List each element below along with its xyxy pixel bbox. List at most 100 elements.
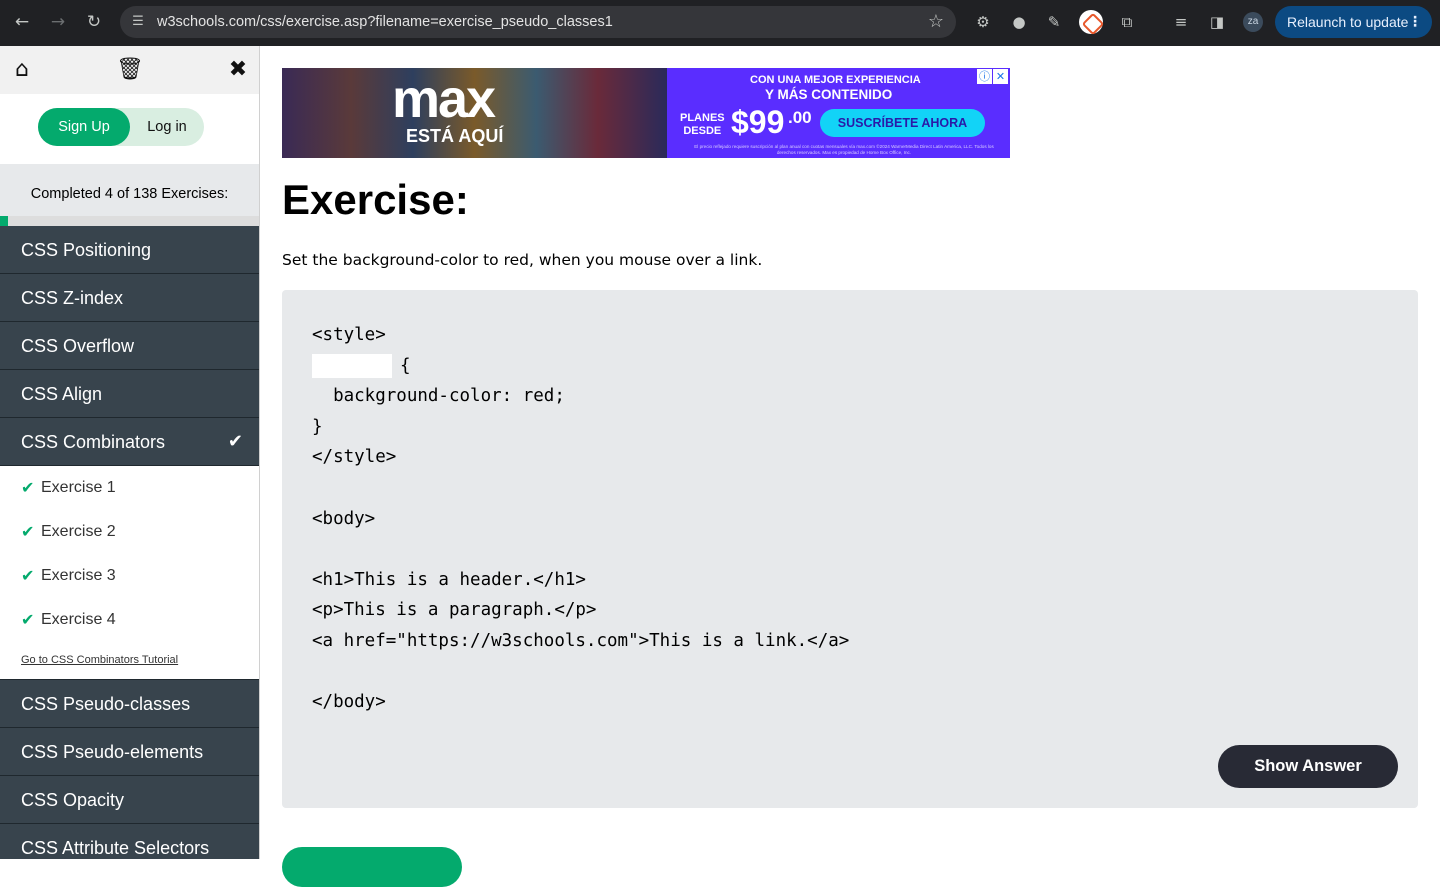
url-text[interactable]: w3schools.com/css/exercise.asp?filename=… <box>157 14 613 30</box>
menu-item-css-align[interactable]: CSS Align <box>0 370 259 418</box>
code-block: <style> { background-color: red;} </style>… <box>312 320 849 718</box>
exercise-label: Exercise 2 <box>41 523 116 540</box>
code-line: </body> <box>312 687 849 718</box>
ad-info-icon[interactable]: ⓘ <box>977 69 992 84</box>
code-editor: <style> { background-color: red;} </style>… <box>282 290 1418 808</box>
exercise-label: Exercise 4 <box>41 611 116 628</box>
forward-arrow-icon[interactable]: → <box>48 12 68 32</box>
ad-planes-label: PLANES <box>680 112 725 124</box>
exercise-link[interactable]: ✔ Exercise 1 <box>0 466 259 510</box>
auth-toggle: Sign Up Log in <box>38 108 204 146</box>
progress-track <box>0 216 259 226</box>
exercise-label: Exercise 1 <box>41 479 116 496</box>
code-line: <style> <box>312 320 849 351</box>
menu-item-css-opacity[interactable]: CSS Opacity <box>0 776 259 824</box>
relaunch-label: Relaunch to update <box>1287 14 1409 30</box>
login-button[interactable]: Log in <box>130 108 204 146</box>
code-line: <h1>This is a header.</h1> <box>312 565 849 596</box>
menu-item-css-pseudo-classes[interactable]: CSS Pseudo-classes <box>0 680 259 728</box>
dot-extension-icon[interactable]: ● <box>1009 12 1029 32</box>
menu-item-label: CSS Z-index <box>21 288 124 308</box>
ad-fine-print: El precio reflejado requiere suscripción… <box>694 144 994 155</box>
advertisement-banner[interactable]: max ESTÁ AQUÍ CON UNA MEJOR EXPERIENCIA … <box>282 68 1010 158</box>
exercise-menu: CSS Positioning CSS Z-index CSS Overflow CS… <box>0 226 259 859</box>
code-text: </body> <box>312 692 386 713</box>
menu-item-css-combinators[interactable]: CSS Combinators ✔ <box>0 418 259 466</box>
progress-text: Completed 4 of 138 Exercises: <box>30 186 229 202</box>
code-line: } <box>312 412 849 443</box>
site-settings-icon[interactable]: ☰ <box>128 12 148 32</box>
check-icon: ✔ <box>21 566 35 585</box>
code-text: { <box>400 355 411 376</box>
code-text: <body> <box>312 508 376 529</box>
exercise-link[interactable]: ✔ Exercise 2 <box>0 510 259 554</box>
menu-item-css-positioning[interactable]: CSS Positioning <box>0 226 259 274</box>
code-text: <a href="https://w3schools.com">This is … <box>312 630 850 651</box>
exercise-description: Set the background-color to red, when yo… <box>282 251 763 269</box>
ad-price: $99 <box>731 104 785 140</box>
menu-item-css-overflow[interactable]: CSS Overflow <box>0 322 259 370</box>
exercise-sidebar: ⌂ 🗑 ✖ Sign Up Log in Completed 4 of 138 … <box>0 46 260 859</box>
bookmark-star-icon[interactable]: ☆ <box>928 11 944 32</box>
selector-answer-input[interactable] <box>312 353 392 378</box>
tutorial-link[interactable]: Go to CSS Combinators Tutorial <box>21 654 178 666</box>
exercise-link[interactable]: ✔ Exercise 4 <box>0 598 259 642</box>
progress-bar <box>0 216 8 226</box>
ad-close-icon[interactable]: ✕ <box>993 69 1008 84</box>
ad-line-2: Y MÁS CONTENIDO <box>765 87 893 102</box>
submenu-exercises: ✔ Exercise 1 ✔ Exercise 2 ✔ Exercise 3 ✔ Exerci… <box>0 466 259 680</box>
signup-button[interactable]: Sign Up <box>38 108 130 146</box>
more-vert-icon[interactable]: ⋮ <box>1408 6 1422 38</box>
side-panel-icon[interactable]: ◨ <box>1207 12 1227 32</box>
menu-item-css-pseudo-elements[interactable]: CSS Pseudo-elements <box>0 728 259 776</box>
ad-tagline: ESTÁ AQUÍ <box>406 126 504 146</box>
code-line: </style> <box>312 442 849 473</box>
code-text: <h1>This is a header.</h1> <box>312 569 586 590</box>
progress-panel: Completed 4 of 138 Exercises: <box>0 164 259 226</box>
media-control-icon[interactable]: ≡ <box>1171 12 1191 32</box>
gear-extension-icon[interactable]: ⚙ <box>973 12 993 32</box>
main-content: max ESTÁ AQUÍ CON UNA MEJOR EXPERIENCIA … <box>282 46 1418 887</box>
ad-desde-label: DESDE <box>683 125 722 137</box>
exercise-title: Exercise: <box>282 176 469 223</box>
menu-item-label: CSS Combinators <box>21 432 166 452</box>
check-icon: ✔ <box>21 610 35 629</box>
menu-item-label: CSS Positioning <box>21 240 152 260</box>
sidebar-toolbar: ⌂ 🗑 ✖ <box>0 46 259 94</box>
code-text: <style> <box>312 325 386 345</box>
code-line: background-color: red; <box>312 381 849 412</box>
trash-icon[interactable]: 🗑 <box>116 57 144 83</box>
code-line: { <box>312 351 849 382</box>
home-icon[interactable]: ⌂ <box>9 57 35 83</box>
address-bar[interactable]: ☰ w3schools.com/css/exercise.asp?filenam… <box>120 6 956 38</box>
menu-item-css-z-index[interactable]: CSS Z-index <box>0 274 259 322</box>
pen-extension-icon[interactable]: ✎ <box>1044 12 1064 32</box>
code-text: </style> <box>312 447 397 468</box>
code-text: <p>This is a paragraph.</p> <box>312 600 597 621</box>
profile-avatar[interactable]: za <box>1243 12 1263 32</box>
menu-item-label: CSS Align <box>21 384 103 404</box>
check-icon: ✔ <box>21 522 35 541</box>
relaunch-button[interactable]: Relaunch to update ⋮ <box>1275 6 1432 38</box>
exercise-link[interactable]: ✔ Exercise 3 <box>0 554 259 598</box>
show-answer-button[interactable]: Show Answer <box>1218 745 1398 788</box>
completed-check-icon: ✔ <box>227 431 243 452</box>
ad-subscribe-button[interactable]: SUSCRÍBETE AHORA <box>820 109 985 137</box>
menu-item-css-attribute-selectors[interactable]: CSS Attribute Selectors <box>0 824 259 859</box>
exercise-label: Exercise 3 <box>41 567 116 584</box>
submit-button[interactable] <box>282 847 462 887</box>
puzzle-extensions-icon[interactable]: ⧉ <box>1117 12 1137 32</box>
menu-item-label: CSS Opacity <box>21 790 125 810</box>
ad-logo: max <box>392 69 496 129</box>
code-text: } <box>312 416 323 437</box>
graduation-extension-icon[interactable] <box>1079 10 1103 34</box>
menu-item-label: CSS Pseudo-classes <box>21 694 191 714</box>
reload-icon[interactable]: ↻ <box>84 12 104 32</box>
close-icon[interactable]: ✖ <box>225 57 251 83</box>
menu-item-label: CSS Pseudo-elements <box>21 742 204 762</box>
code-text: background-color: red; <box>312 386 565 407</box>
back-arrow-icon[interactable]: ← <box>12 12 32 32</box>
